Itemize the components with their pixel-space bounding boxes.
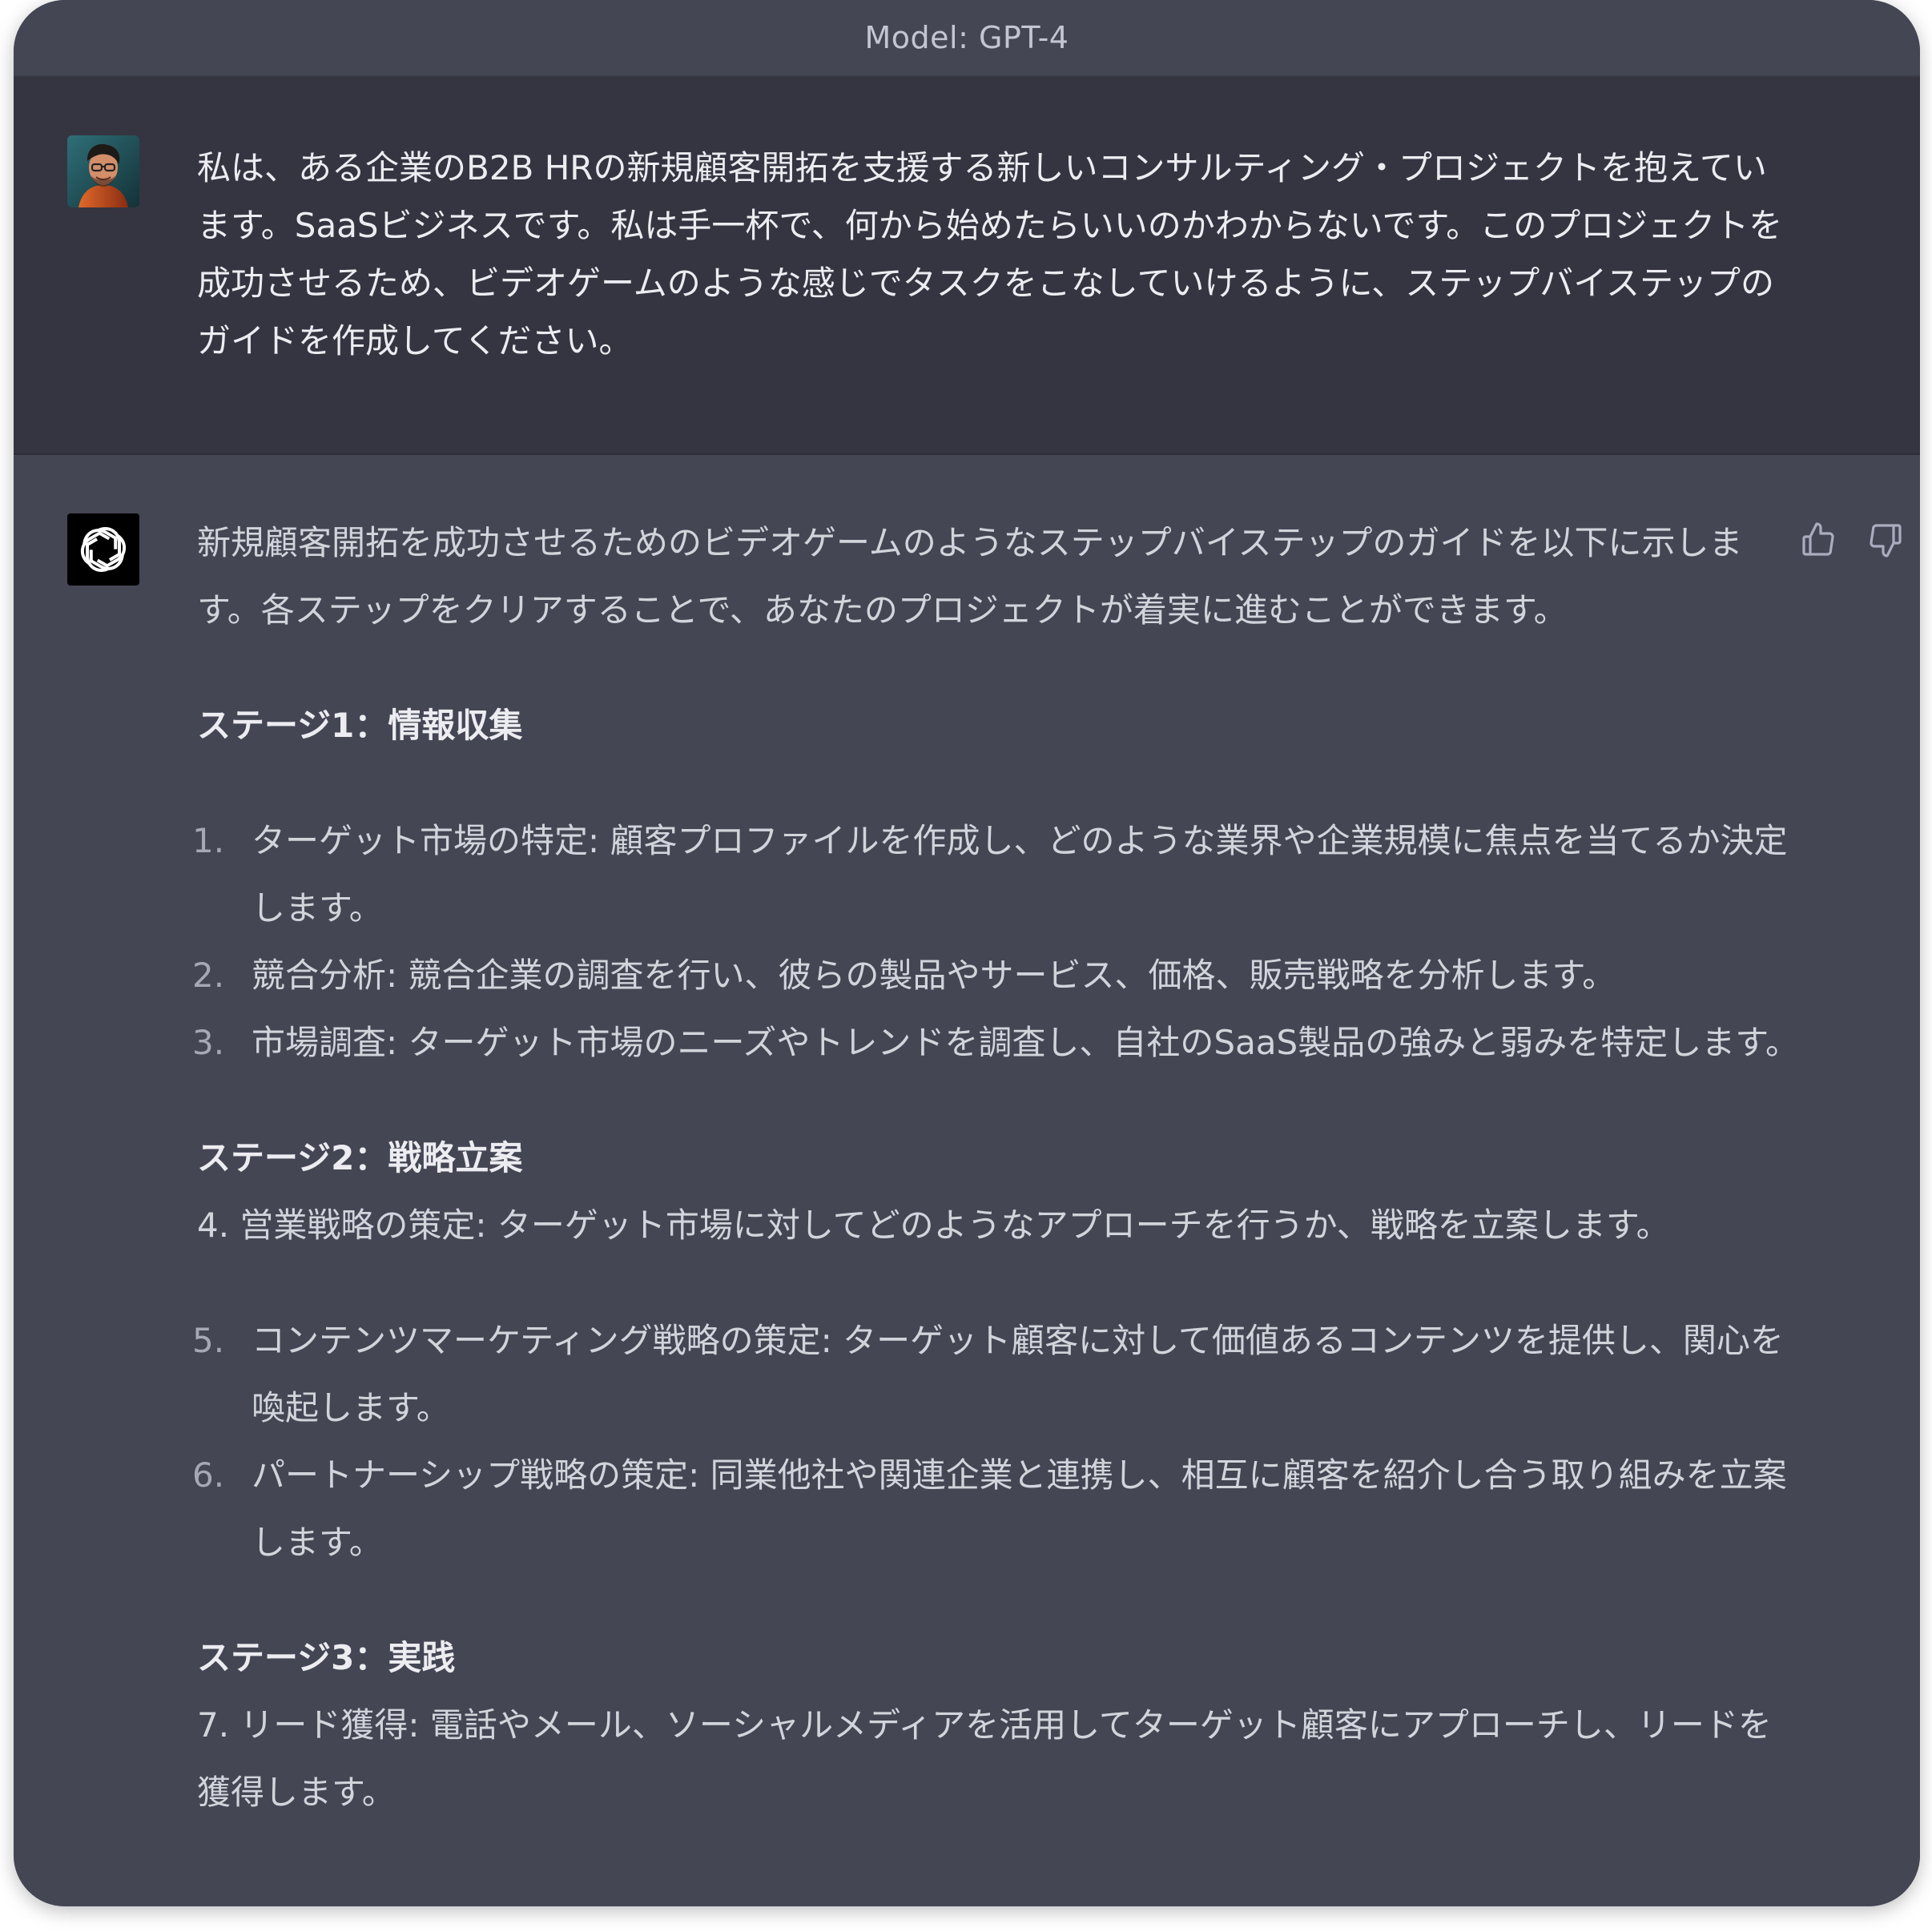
user-message: 私は、ある企業のB2B HRの新規顧客開拓を支援する新しいコンサルティング・プロ… bbox=[14, 77, 1920, 455]
list-item-text: 市場調査: ターゲット市場のニーズやトレンドを調査し、自社のSaaS製品の強みと… bbox=[252, 1023, 1799, 1062]
stage2-heading: ステージ2：戦略立案 bbox=[197, 1138, 523, 1177]
assistant-content: 新規顧客開拓を成功させるためのビデオゲームのようなステップバイステップのガイドを… bbox=[192, 509, 1799, 1826]
list-item-7: 7. リード獲得: 電話やメール、ソーシャルメディアを活用してターゲット顧客にア… bbox=[197, 1705, 1772, 1812]
list-item-text: コンテンツマーケティング戦略の策定: ターゲット顧客に対して価値あるコンテンツを… bbox=[252, 1321, 1784, 1427]
assistant-message: 新規顧客開拓を成功させるためのビデオゲームのようなステップバイステップのガイドを… bbox=[14, 455, 1920, 1906]
model-label: Model: GPT-4 bbox=[864, 20, 1069, 55]
list-number: 3. bbox=[192, 1023, 225, 1062]
list-item: 6. パートナーシップ戦略の策定: 同業他社や関連企業と連携し、相互に顧客を紹介… bbox=[192, 1442, 1799, 1576]
list-item: 1. ターゲット市場の特定: 顧客プロファイルを作成し、どのような業界や企業規模… bbox=[192, 807, 1799, 942]
user-avatar-icon bbox=[67, 135, 139, 207]
thumbs-down-button[interactable] bbox=[1866, 521, 1905, 559]
list-item: 5. コンテンツマーケティング戦略の策定: ターゲット顧客に対して価値あるコンテ… bbox=[192, 1307, 1799, 1442]
intro-paragraph: 新規顧客開拓を成功させるためのビデオゲームのようなステップバイステップのガイドを… bbox=[197, 523, 1743, 630]
list-number: 5. bbox=[192, 1321, 225, 1360]
list-number: 6. bbox=[192, 1455, 225, 1495]
thumbs-up-icon bbox=[1802, 522, 1834, 556]
list-item: 3. 市場調査: ターゲット市場のニーズやトレンドを調査し、自社のSaaS製品の… bbox=[192, 1009, 1799, 1077]
list-number: 1. bbox=[192, 821, 225, 860]
list-item-text: 競合分析: 競合企業の調査を行い、彼らの製品やサービス、価格、販売戦略を分析しま… bbox=[252, 956, 1616, 995]
thumbs-up-button[interactable] bbox=[1799, 521, 1837, 559]
stage1-heading: ステージ1：情報収集 bbox=[197, 706, 523, 745]
openai-logo-icon bbox=[80, 527, 127, 572]
list-item: 2. 競合分析: 競合企業の調査を行い、彼らの製品やサービス、価格、販売戦略を分… bbox=[192, 942, 1799, 1009]
list-item-4: 4. 営業戦略の策定: ターゲット市場に対してどのようなアプローチを行うか、戦略… bbox=[197, 1205, 1670, 1245]
chat-window: Model: GPT-4 私は、ある企業のB2B HRの新規顧客開拓を支援する新… bbox=[14, 0, 1920, 1906]
user-message-text: 私は、ある企業のB2B HRの新規顧客開拓を支援する新しいコンサルティング・プロ… bbox=[197, 148, 1783, 360]
list-item-text: ターゲット市場の特定: 顧客プロファイルを作成し、どのような業界や企業規模に焦点… bbox=[252, 821, 1788, 928]
list-number: 2. bbox=[192, 956, 225, 995]
thumbs-down-icon bbox=[1870, 524, 1902, 557]
list-item-text: パートナーシップ戦略の策定: 同業他社や関連企業と連携し、相互に顧客を紹介し合う… bbox=[252, 1455, 1787, 1562]
user-avatar bbox=[67, 135, 139, 207]
assistant-avatar bbox=[67, 513, 139, 586]
stage3-heading: ステージ3：実践 bbox=[197, 1638, 456, 1677]
model-bar: Model: GPT-4 bbox=[14, 0, 1920, 77]
